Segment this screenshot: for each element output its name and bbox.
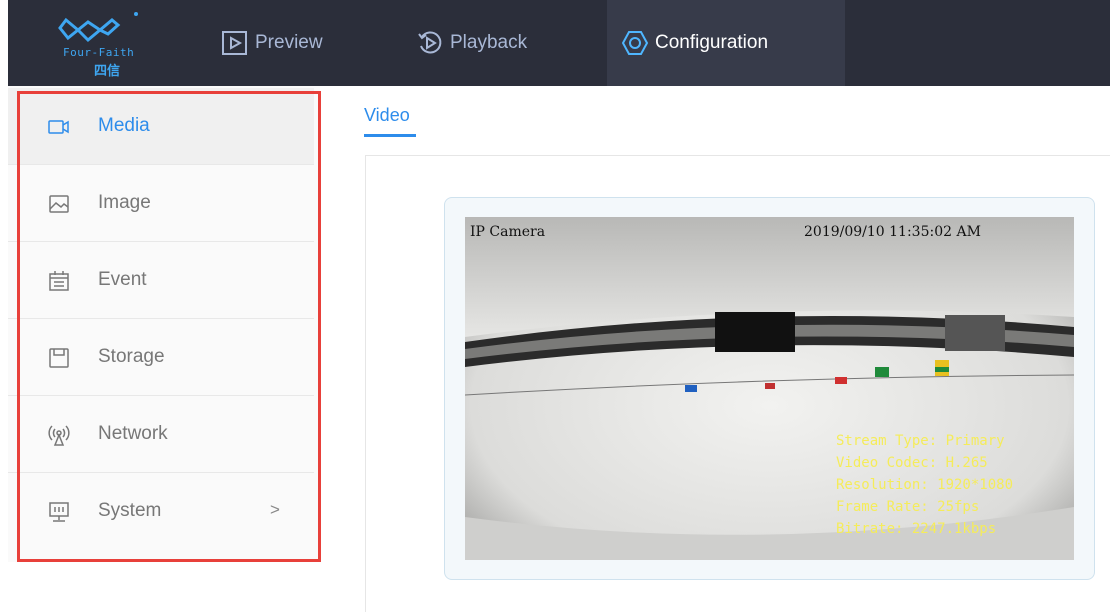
brand-logo: Four-Faith 四信 [8,0,148,86]
stat-frame-rate: Frame Rate: 25fps [836,499,980,515]
tab-preview-label: Preview [255,32,323,53]
brand-logo-mark-icon [58,12,138,43]
sidebar-item-image[interactable]: Image [8,165,314,242]
playback-circle-icon [418,31,442,54]
app-root: Four-Faith 四信 Preview Playback Configura… [0,0,1110,612]
top-nav-bar: Four-Faith 四信 Preview Playback Configura… [0,0,1110,86]
video-stream-stats: Stream Type: Primary Video Codec: H.265 … [836,430,1013,540]
stat-stream-type: Stream Type: Primary [836,433,1005,449]
sidebar-item-event[interactable]: Event [8,242,314,319]
tab-video[interactable]: Video [364,105,410,126]
tab-preview[interactable]: Preview [215,0,365,86]
storage-icon [49,348,69,368]
sidebar-item-label: Storage [98,346,165,367]
stat-resolution: Resolution: 1920*1080 [836,477,1014,493]
sidebar-item-label: System [98,500,162,521]
brand-logo-cn-text: 四信 [94,63,121,78]
chevron-right-icon: > [270,500,280,519]
sidebar-item-label: Media [98,115,150,136]
video-camera-icon [48,120,69,134]
sidebar-item-media[interactable]: Media [8,88,314,165]
tab-playback-label: Playback [450,32,528,53]
video-osd-title: IP Camera [470,224,546,240]
sidebar-item-storage[interactable]: Storage [8,319,314,396]
tab-video-underline [364,134,416,137]
stat-bitrate: Bitrate: 2247.1kbps [836,521,997,537]
sidebar-item-label: Event [98,269,147,290]
brand-logo-text: Four-Faith [63,46,135,59]
sidebar-item-system[interactable]: System > [8,473,314,550]
calendar-icon [49,271,69,291]
image-icon [49,195,69,213]
sidebar-item-label: Image [98,192,151,213]
tab-configuration[interactable]: Configuration [607,0,845,86]
sidebar-item-network[interactable]: Network [8,396,314,473]
video-osd-timestamp: 2019/09/10 11:35:02 AM [804,224,981,240]
sidebar-item-label: Network [98,423,168,444]
tab-configuration-label: Configuration [655,32,769,53]
play-square-icon [222,31,247,55]
config-hexagon-icon [621,31,649,55]
monitor-icon [49,502,69,522]
antenna-icon [48,425,70,446]
stat-video-codec: Video Codec: H.265 [836,455,988,471]
tab-playback[interactable]: Playback [410,0,580,86]
